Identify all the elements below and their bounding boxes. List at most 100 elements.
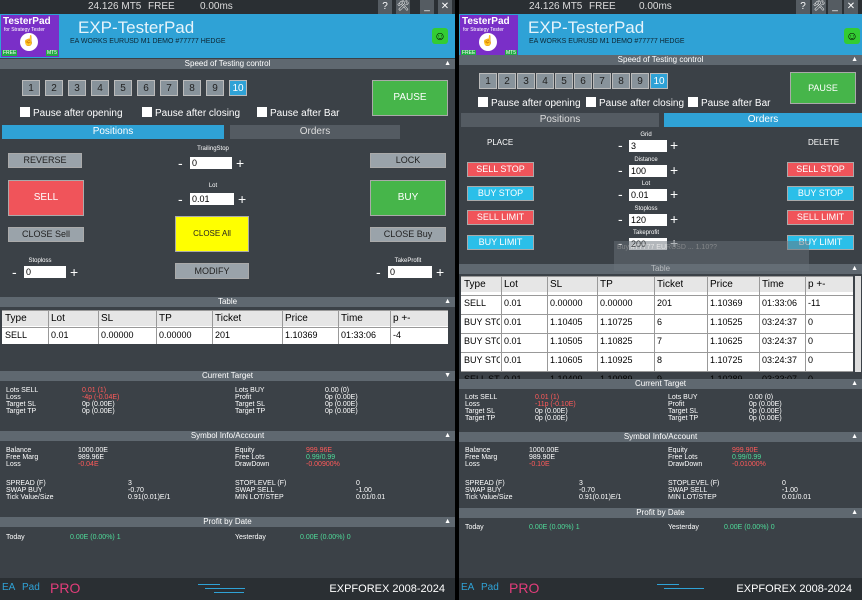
pause-after-opening-checkbox[interactable]: Pause after opening [478,97,581,109]
collapse-icon[interactable]: ▲ [444,431,451,441]
lot-plus[interactable]: + [238,192,246,206]
speed-8-button[interactable]: 8 [612,73,630,89]
stoploss-plus[interactable]: + [70,265,78,279]
close-button[interactable]: ✕ [438,0,452,14]
pause-button[interactable]: PAUSE [790,72,856,104]
speed-10-button[interactable]: 10 [229,80,247,96]
delete-sell-stop-button[interactable]: SELL STOP [787,162,854,177]
table-row[interactable]: SELL 0.01 0.00000 0.00000 201 1.10369 01:33:06… [2,327,448,343]
table-row[interactable]: SELL 0.01 0.00000 0.00000 201 1.10369 01:33:06… [461,295,853,311]
lot-minus[interactable]: - [618,187,623,201]
speed-5-button[interactable]: 5 [555,73,573,89]
grid-plus[interactable]: + [670,138,678,152]
modify-button[interactable]: MODIFY [175,263,249,279]
tab-positions[interactable]: Positions [2,125,224,139]
speed-7-button[interactable]: 7 [593,73,611,89]
collapse-icon[interactable]: ▲ [851,379,858,389]
speed-6-button[interactable]: 6 [574,73,592,89]
pause-after-bar-checkbox[interactable]: Pause after Bar [257,107,339,119]
collapse-icon[interactable]: ▲ [444,517,451,527]
tab-positions[interactable]: Positions [461,113,659,127]
pause-after-closing-checkbox[interactable]: Pause after closing [586,97,684,109]
collapse-icon[interactable]: ▼ [444,371,451,381]
speed-9-button[interactable]: 9 [631,73,649,89]
stoploss-minus[interactable]: - [12,265,17,279]
collapse-icon[interactable]: ▲ [851,432,858,442]
pause-button[interactable]: PAUSE [372,80,448,116]
pause-after-opening-checkbox[interactable]: Pause after opening [20,107,123,119]
collapse-icon[interactable]: ▲ [851,55,858,65]
lot-plus[interactable]: + [670,187,678,201]
trailing-plus[interactable]: + [236,156,244,170]
lot-input[interactable]: 0.01 [190,193,234,205]
table-row[interactable]: BUY STO 0.01 1.10605 1.10925 8 1.10725 03:24:3… [461,352,853,368]
delete-sell-limit-button[interactable]: SELL LIMIT [787,210,854,225]
speed-4-button[interactable]: 4 [536,73,554,89]
collapse-icon[interactable]: ▲ [851,264,858,274]
speed-5-button[interactable]: 5 [114,80,132,96]
sl-plus[interactable]: + [670,212,678,226]
speed-4-button[interactable]: 4 [91,80,109,96]
sell-button[interactable]: SELL [8,180,84,216]
place-sell-stop-button[interactable]: SELL STOP [467,162,534,177]
sl-minus[interactable]: - [618,212,623,226]
reverse-button[interactable]: REVERSE [8,153,82,168]
profit-section[interactable]: Profit by Date ▲ [459,508,862,518]
tools-button[interactable]: 🛠 [396,0,410,14]
grid-minus[interactable]: - [618,138,623,152]
pause-after-bar-checkbox[interactable]: Pause after Bar [688,97,770,109]
close-button[interactable]: ✕ [844,0,858,14]
speed-1-button[interactable]: 1 [22,80,40,96]
speed-section[interactable]: Speed of Testing control ▲ [459,55,862,65]
speed-10-button[interactable]: 10 [650,73,668,89]
lot-minus[interactable]: - [178,192,183,206]
speed-section[interactable]: Speed of Testing control ▲ [0,59,455,69]
speed-8-button[interactable]: 8 [183,80,201,96]
stoploss-input[interactable]: 0 [24,266,66,278]
pause-after-closing-checkbox[interactable]: Pause after closing [142,107,240,119]
speed-7-button[interactable]: 7 [160,80,178,96]
collapse-icon[interactable]: ▲ [444,59,451,69]
speed-3-button[interactable]: 3 [517,73,535,89]
collapse-icon[interactable]: ▲ [444,297,451,307]
profit-section[interactable]: Profit by Date ▲ [0,517,455,527]
place-buy-limit-button[interactable]: BUY LIMIT [467,235,534,250]
lot-input[interactable]: 0.01 [629,189,667,201]
table-row[interactable]: BUY STO 0.01 1.10405 1.10725 6 1.10525 03:24:3… [461,314,853,330]
speed-1-button[interactable]: 1 [479,73,497,89]
dist-input[interactable]: 100 [629,165,667,177]
takeprofit-input[interactable]: 0 [388,266,432,278]
takeprofit-plus[interactable]: + [436,265,444,279]
speed-2-button[interactable]: 2 [498,73,516,89]
speed-6-button[interactable]: 6 [137,80,155,96]
sl-input[interactable]: 120 [629,214,667,226]
table-section[interactable]: Table ▲ [0,297,455,307]
speed-2-button[interactable]: 2 [45,80,63,96]
table-scrollbar[interactable] [855,276,861,372]
trailing-minus[interactable]: - [178,156,183,170]
close-buy-button[interactable]: CLOSE Buy [370,227,446,242]
place-sell-limit-button[interactable]: SELL LIMIT [467,210,534,225]
speed-3-button[interactable]: 3 [68,80,86,96]
tools-button[interactable]: 🛠 [812,0,826,14]
place-buy-stop-button[interactable]: BUY STOP [467,186,534,201]
table-row[interactable]: BUY STO 0.01 1.10505 1.10825 7 1.10625 03:24:3… [461,333,853,349]
buy-button[interactable]: BUY [370,180,446,216]
close-all-button[interactable]: CLOSE All [175,216,249,252]
symbol-section[interactable]: Symbol Info/Account ▲ [459,432,862,442]
tab-orders[interactable]: Orders [230,125,400,139]
speed-9-button[interactable]: 9 [206,80,224,96]
minimize-button[interactable]: _ [828,0,842,14]
target-section[interactable]: Current Target ▲ [459,379,862,389]
collapse-icon[interactable]: ▲ [851,508,858,518]
takeprofit-minus[interactable]: - [376,265,381,279]
minimize-button[interactable]: _ [420,0,434,14]
delete-buy-stop-button[interactable]: BUY STOP [787,186,854,201]
target-section[interactable]: Current Target ▼ [0,371,455,381]
dist-plus[interactable]: + [670,163,678,177]
lock-button[interactable]: LOCK [370,153,446,168]
grid-input[interactable]: 3 [629,140,667,152]
help-button[interactable]: ? [796,0,810,14]
dist-minus[interactable]: - [618,163,623,177]
help-button[interactable]: ? [378,0,392,14]
